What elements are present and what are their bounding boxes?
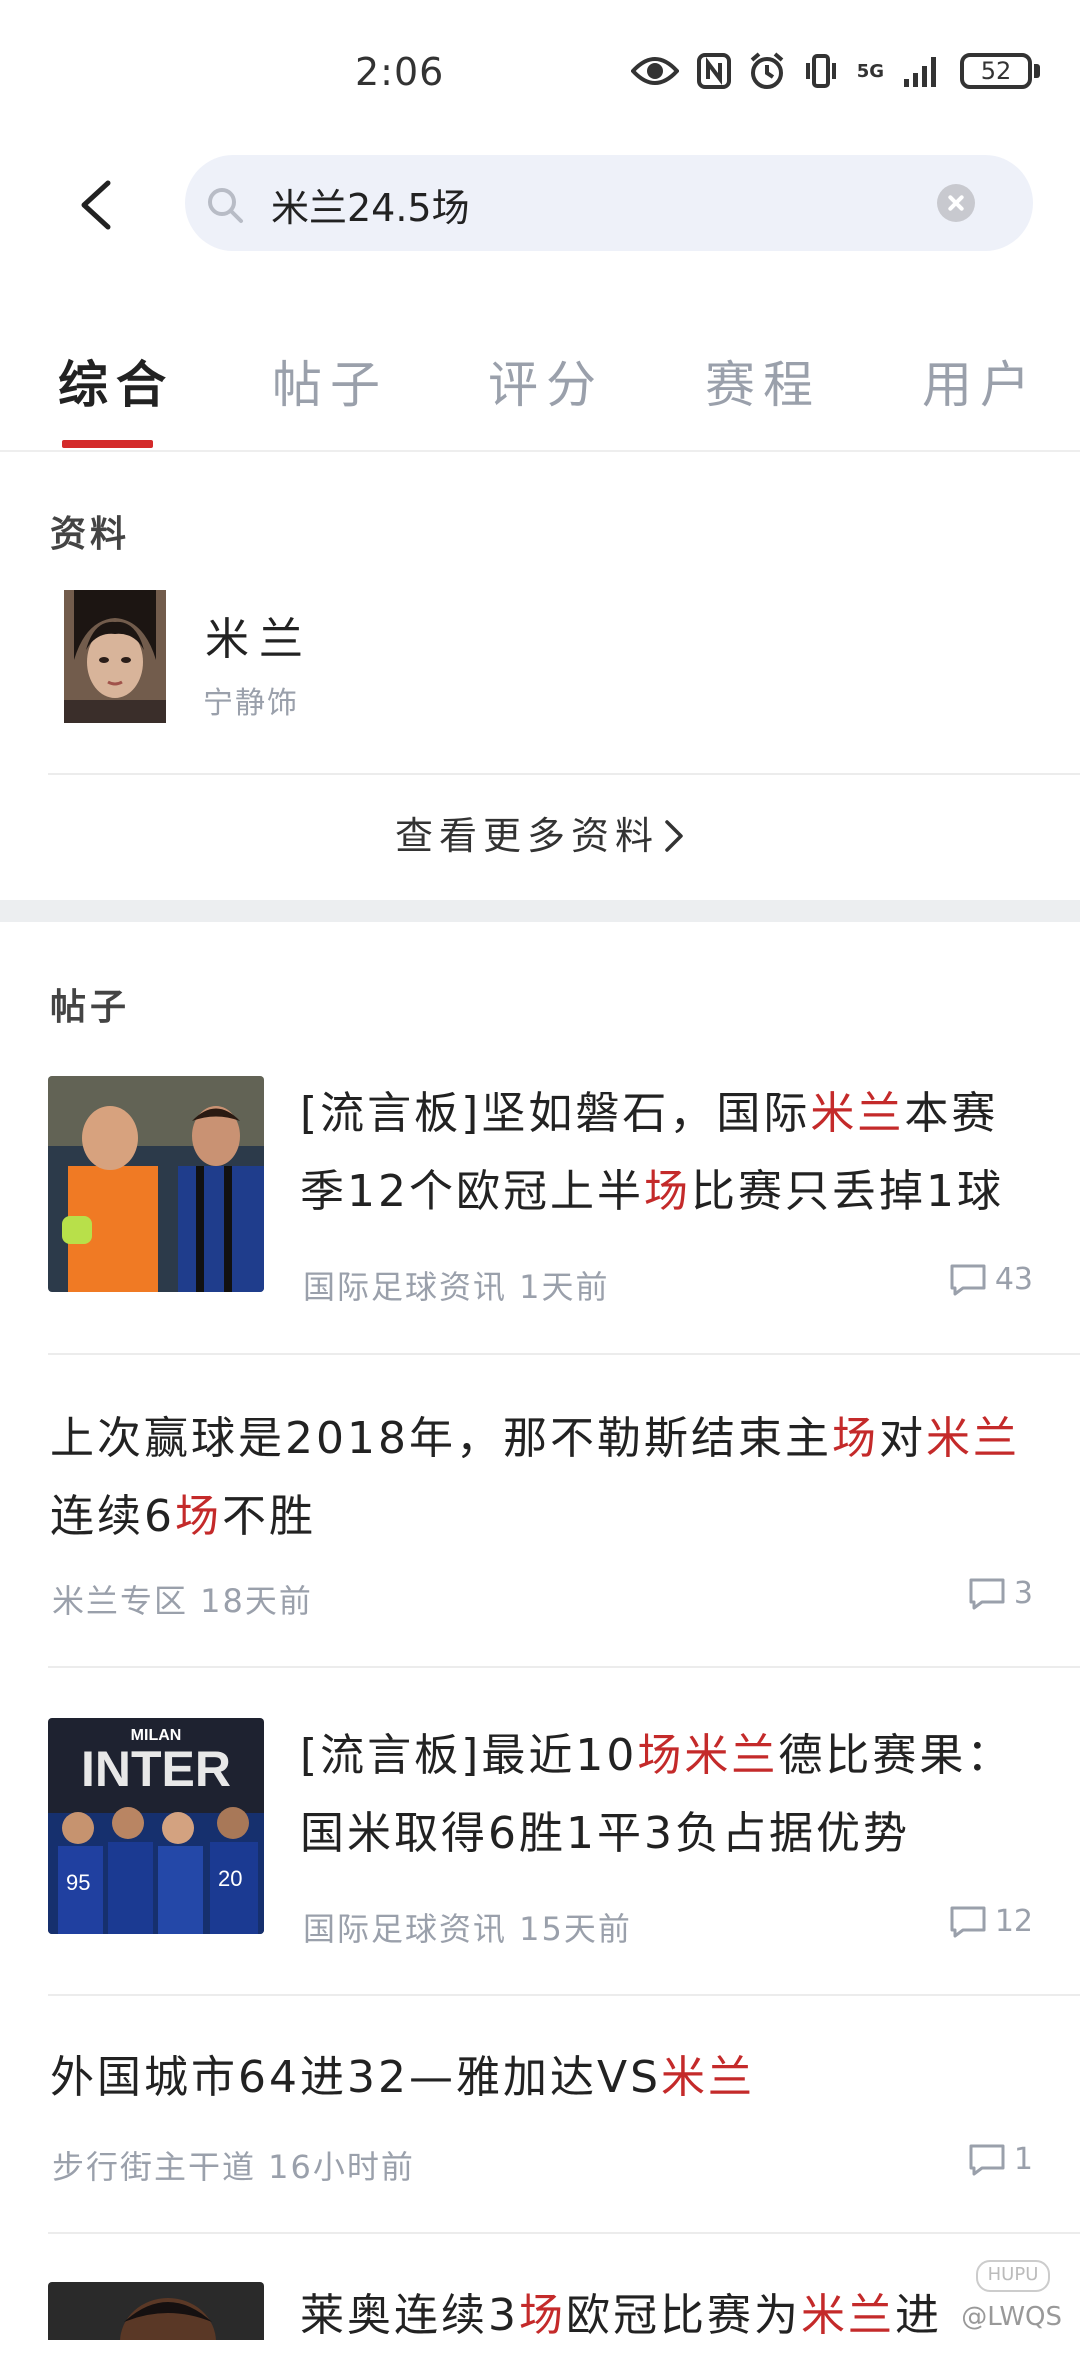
post-thumbnail (48, 1076, 264, 1292)
post-meta: 步行街主干道 16小时前 (52, 2148, 415, 2186)
hupu-logo: HUPU (976, 2260, 1050, 2292)
divider (48, 1994, 1080, 1996)
post-title: 外国城市64进32—雅加达VS米兰 (50, 2052, 756, 2103)
watermark-handle: @LWQS (961, 2302, 1062, 2332)
divider (0, 450, 1080, 452)
tab-posts[interactable]: 帖子 (272, 345, 388, 417)
profile-section-title: 资料 (50, 514, 131, 555)
status-time: 2:06 (355, 50, 445, 94)
view-more-label: 查看更多资料 (394, 814, 659, 858)
tab-bar: 综合 帖子 评分 赛程 用户 (0, 345, 1080, 450)
tab-users[interactable]: 用户 (922, 345, 1038, 417)
chevron-right-icon (665, 820, 683, 852)
post-title: [流言板]坚如磐石，国际米兰本赛季12个欧冠上半场比赛只丢掉1球 (300, 1088, 1004, 1217)
post-title: [流言板]最近10场米兰德比赛果：国米取得6胜1平3负占据优势 (300, 1730, 1014, 1859)
divider (48, 2232, 1080, 2234)
network-label: 5G (856, 60, 884, 82)
svg-text:20: 20 (218, 1866, 242, 1891)
search-icon (208, 188, 243, 223)
post-title: 上次赢球是2018年，那不勒斯结束主场对米兰连续6场不胜 (50, 1413, 1020, 1542)
comment-count[interactable]: 43 (949, 1262, 1033, 1297)
comment-icon (950, 1906, 986, 1937)
svg-text:95: 95 (66, 1870, 90, 1895)
comment-count[interactable]: 12 (949, 1904, 1033, 1939)
profile-name[interactable]: 米兰 (205, 603, 313, 667)
comment-icon (969, 1578, 1005, 1609)
post-meta: 国际足球资讯 15天前 (303, 1910, 632, 1948)
post-thumbnail (48, 2282, 264, 2340)
eye-icon (630, 57, 679, 85)
avatar[interactable] (64, 590, 166, 723)
signal-icon (904, 57, 936, 87)
comment-icon (950, 1264, 986, 1295)
nfc-icon (696, 53, 731, 89)
chevron-left-icon (81, 180, 111, 230)
comment-count[interactable]: 1 (968, 2142, 1033, 2177)
clear-search-icon[interactable] (937, 184, 975, 222)
divider (48, 1666, 1080, 1668)
comment-icon (969, 2144, 1005, 2175)
divider (48, 773, 1080, 775)
search-bar[interactable]: 米兰24.5场 (185, 155, 1033, 251)
post-meta: 米兰专区 18天前 (52, 1582, 313, 1620)
search-input[interactable]: 米兰24.5场 (271, 177, 470, 232)
tab-overview[interactable]: 综合 (58, 345, 174, 417)
view-more-profiles-link[interactable]: 查看更多资料 (0, 805, 1080, 860)
tab-ratings[interactable]: 评分 (488, 345, 604, 417)
post-meta: 国际足球资讯 1天前 (303, 1268, 610, 1306)
post-thumbnail: MILAN INTER 95 20 (48, 1718, 264, 1934)
status-icons: 5G 52 (630, 52, 1040, 90)
alarm-icon (750, 52, 783, 89)
svg-text:INTER: INTER (81, 1741, 231, 1797)
comment-count[interactable]: 3 (968, 1576, 1033, 1611)
profile-subtitle: 宁静饰 (203, 686, 299, 721)
posts-section-title: 帖子 (50, 987, 131, 1028)
back-button[interactable] (70, 175, 120, 235)
post-title: 莱奥连续3场欧冠比赛为米兰进 (300, 2290, 942, 2341)
tab-schedule[interactable]: 赛程 (705, 345, 821, 417)
vibrate-icon (805, 54, 836, 88)
status-bar: 2:06 5G 52 (0, 0, 1080, 150)
active-tab-indicator (62, 440, 153, 448)
section-gap (0, 900, 1080, 922)
divider (48, 1353, 1080, 1355)
battery-level: 52 (980, 57, 1012, 85)
battery-indicator: 52 (960, 53, 1040, 89)
